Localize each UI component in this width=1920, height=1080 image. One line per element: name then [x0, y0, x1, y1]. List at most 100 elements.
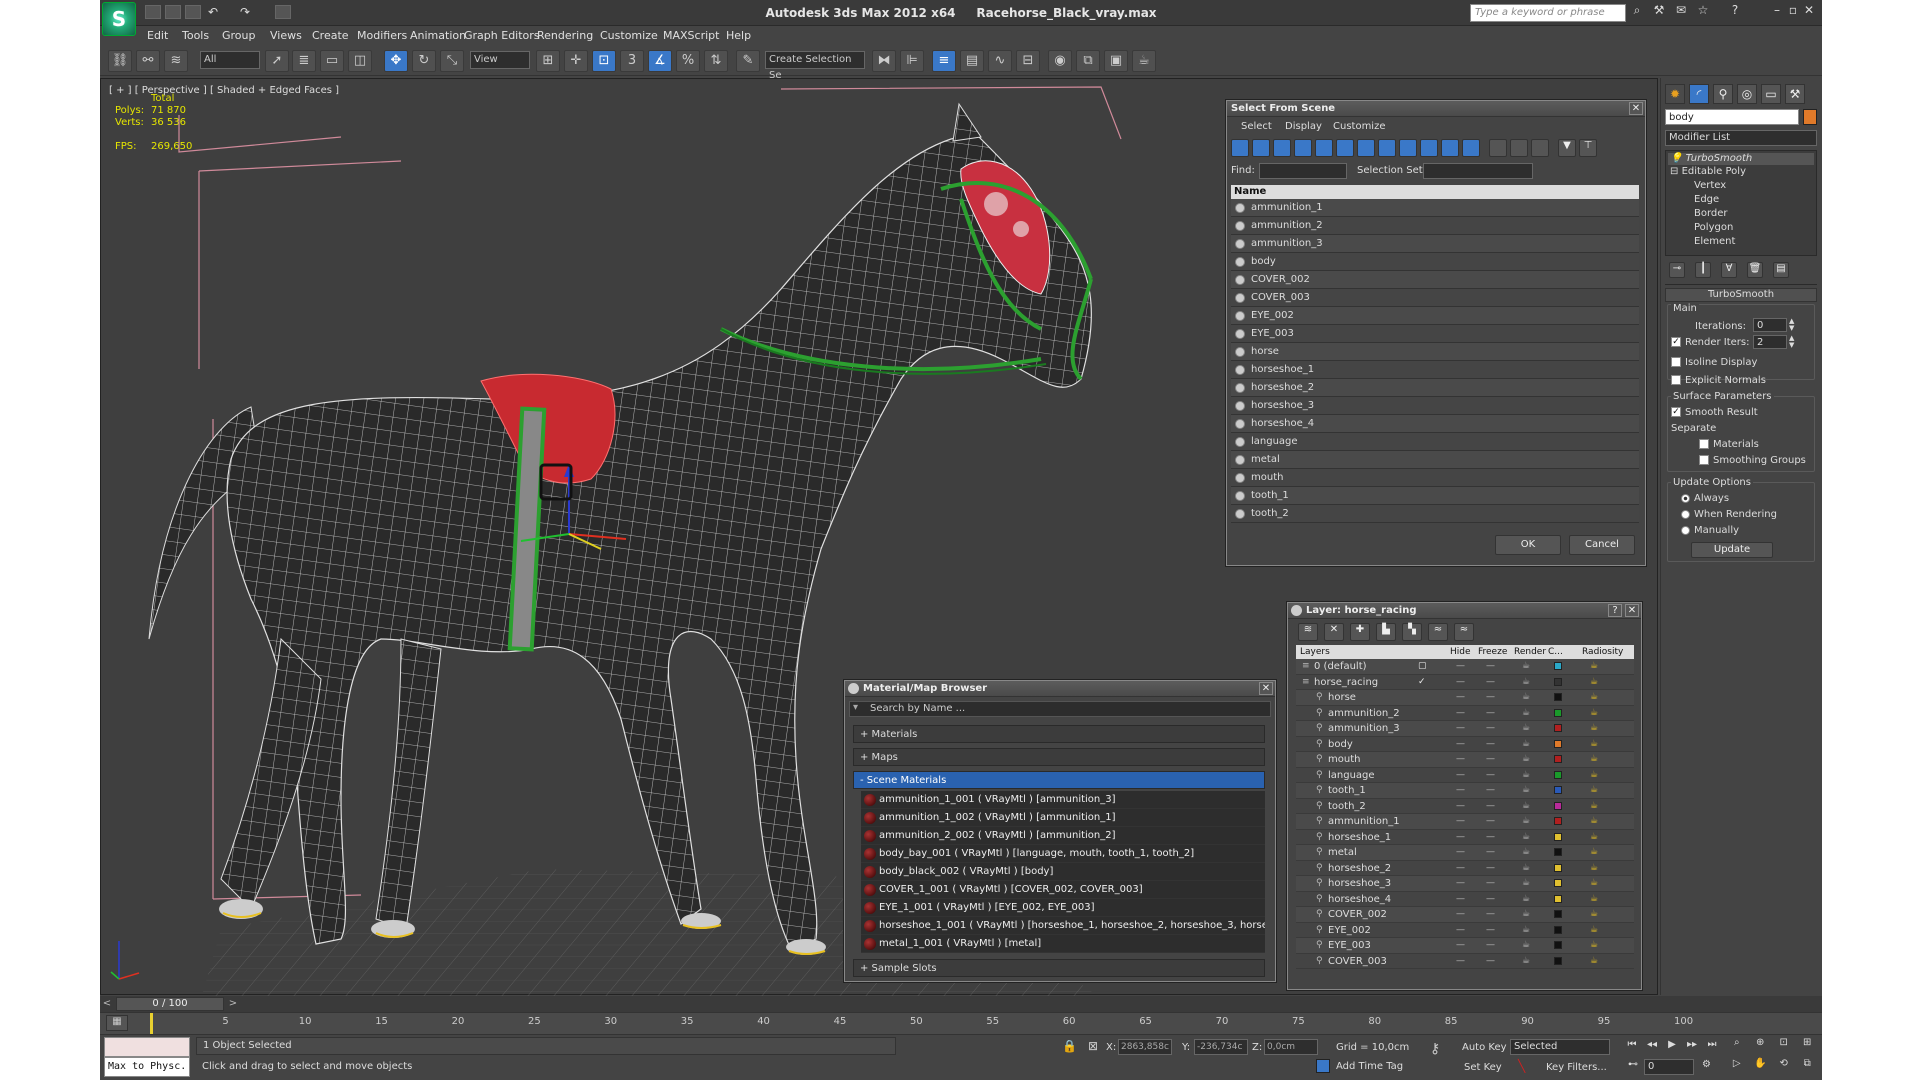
- update-button[interactable]: Update: [1691, 542, 1773, 558]
- layer-delete-icon[interactable]: ✕: [1324, 623, 1344, 641]
- reference-coordinate-dropdown[interactable]: View: [470, 51, 530, 69]
- zoom-icon[interactable]: ⌕: [1726, 1037, 1748, 1056]
- sfs-filter-hidden-icon[interactable]: [1462, 139, 1480, 157]
- menu-create[interactable]: Create: [312, 28, 349, 44]
- layer-color-swatch[interactable]: [1554, 724, 1562, 732]
- layer-select-objects-icon[interactable]: ▙: [1376, 623, 1396, 641]
- layer-color-swatch[interactable]: [1554, 832, 1562, 841]
- render-toggle-icon[interactable]: ☕: [1522, 954, 1530, 969]
- sfs-list-item[interactable]: horseshoe_2: [1231, 379, 1639, 397]
- freeze-toggle[interactable]: —: [1486, 923, 1495, 938]
- sfs-list-item[interactable]: COVER_003: [1231, 289, 1639, 307]
- sfs-filter-spacewarps-icon[interactable]: [1336, 139, 1354, 157]
- menu-customize[interactable]: Customize: [600, 28, 658, 44]
- stack-item-element[interactable]: Element: [1694, 235, 1735, 249]
- sfs-filter-helpers-icon[interactable]: [1315, 139, 1333, 157]
- freeze-toggle[interactable]: —: [1486, 861, 1495, 876]
- smooth-result-checkbox[interactable]: ✓: [1671, 407, 1681, 417]
- motion-tab-icon[interactable]: ◎: [1737, 84, 1757, 104]
- make-unique-icon[interactable]: ∀: [1721, 262, 1737, 278]
- update-when-rendering-row[interactable]: When Rendering: [1681, 508, 1777, 522]
- minimize-button[interactable]: –: [1770, 3, 1784, 21]
- layer-dialog-close-button[interactable]: ✕: [1625, 604, 1639, 617]
- mmb-category-maps[interactable]: + Maps: [853, 748, 1265, 766]
- layer-color-swatch[interactable]: [1554, 801, 1562, 810]
- isoline-display-checkbox[interactable]: [1671, 357, 1681, 367]
- display-tab-icon[interactable]: ▭: [1761, 84, 1781, 104]
- turbosmooth-rollout-header[interactable]: TurboSmooth: [1665, 288, 1817, 302]
- current-frame-field[interactable]: 0: [1644, 1059, 1694, 1075]
- update-always-row[interactable]: Always: [1681, 492, 1729, 506]
- radiosity-toggle-icon[interactable]: ☕: [1590, 799, 1598, 814]
- key-filters-icon[interactable]: ╲: [1518, 1059, 1525, 1073]
- radiosity-toggle-icon[interactable]: ☕: [1590, 861, 1598, 876]
- sfs-filter-funnel-icon[interactable]: ▼: [1558, 139, 1576, 157]
- menu-graph-editors[interactable]: Graph Editors: [464, 28, 540, 44]
- menu-views[interactable]: Views: [270, 28, 302, 44]
- layer-row[interactable]: ⚲ horseshoe_4 — — ☕ ☕: [1296, 891, 1634, 907]
- key-mode-toggle-icon[interactable]: ⊷: [1628, 1059, 1638, 1070]
- render-toggle-icon[interactable]: ☕: [1522, 814, 1530, 829]
- layer-color-swatch[interactable]: [1554, 708, 1562, 717]
- layer-add-selected-icon[interactable]: ✚: [1350, 623, 1370, 641]
- close-button[interactable]: ✕: [1802, 3, 1816, 21]
- sfs-ok-button[interactable]: OK: [1495, 535, 1561, 555]
- layer-col-color[interactable]: C...: [1548, 645, 1563, 659]
- layer-row[interactable]: ⚲ metal — — ☕ ☕: [1296, 845, 1634, 861]
- help-icon[interactable]: ?: [1728, 3, 1742, 21]
- hide-toggle[interactable]: —: [1456, 830, 1465, 845]
- explicit-normals-row[interactable]: Explicit Normals: [1671, 374, 1766, 388]
- layer-color-swatch[interactable]: [1554, 848, 1562, 856]
- pivot-center-icon[interactable]: ⊞: [536, 50, 560, 72]
- show-end-result-icon[interactable]: ┃: [1695, 262, 1711, 278]
- select-link-icon[interactable]: ⛓: [108, 50, 132, 72]
- render-toggle-icon[interactable]: ☕: [1522, 876, 1530, 891]
- separate-smoothing-groups-checkbox[interactable]: [1699, 455, 1709, 465]
- modify-tab-icon[interactable]: ◜: [1689, 84, 1709, 104]
- isoline-display-row[interactable]: Isoline Display: [1671, 356, 1757, 370]
- edit-named-selection-icon[interactable]: ✎: [736, 50, 760, 72]
- radiosity-toggle-icon[interactable]: ☕: [1590, 737, 1598, 752]
- layer-col-layers[interactable]: Layers: [1300, 645, 1330, 659]
- zoom-all-icon[interactable]: ⊕: [1750, 1037, 1772, 1056]
- layer-col-render[interactable]: Render: [1514, 645, 1546, 659]
- hide-toggle[interactable]: —: [1456, 783, 1465, 798]
- maximize-viewport-icon[interactable]: ⧉: [1797, 1058, 1819, 1077]
- unlink-icon[interactable]: ⚯: [136, 50, 160, 72]
- sfs-selection-set-dropdown[interactable]: [1423, 163, 1533, 179]
- time-slider-prev-icon[interactable]: <: [100, 998, 114, 1010]
- sfs-list-item[interactable]: metal: [1231, 451, 1639, 469]
- mmb-title[interactable]: Material/Map Browser: [845, 681, 1275, 697]
- freeze-toggle[interactable]: —: [1486, 768, 1495, 783]
- graphite-ribbon-icon[interactable]: ▤: [960, 50, 984, 72]
- freeze-toggle[interactable]: —: [1486, 892, 1495, 907]
- sfs-filter-bones-icon[interactable]: [1399, 139, 1417, 157]
- mmb-category-materials[interactable]: + Materials: [853, 725, 1265, 743]
- render-iters-spinner-arrows-icon[interactable]: ▲ ▼: [1789, 335, 1794, 349]
- hide-toggle[interactable]: —: [1456, 892, 1465, 907]
- sfs-filter-geometry-icon[interactable]: [1231, 139, 1249, 157]
- freeze-toggle[interactable]: —: [1486, 737, 1495, 752]
- render-toggle-icon[interactable]: ☕: [1522, 721, 1530, 736]
- mirror-icon[interactable]: ⧓: [872, 50, 896, 72]
- scene-material-item[interactable]: EYE_1_001 ( VRayMtl ) [EYE_002, EYE_003]: [861, 899, 1265, 917]
- menu-rendering[interactable]: Rendering: [537, 28, 593, 44]
- layer-hide-all-icon[interactable]: ≈: [1428, 623, 1448, 641]
- layer-row[interactable]: ⚲ ammunition_1 — — ☕ ☕: [1296, 814, 1634, 830]
- layer-row[interactable]: ⚲ mouth — — ☕ ☕: [1296, 752, 1634, 768]
- sfs-find-input[interactable]: [1259, 163, 1347, 179]
- layer-color-swatch[interactable]: [1554, 863, 1562, 872]
- zoom-extents-icon[interactable]: ⊡: [1773, 1037, 1795, 1056]
- sfs-list-item[interactable]: tooth_2: [1231, 505, 1639, 523]
- stack-item-edge[interactable]: Edge: [1694, 193, 1719, 207]
- select-manipulate-icon[interactable]: ✛: [564, 50, 588, 72]
- layer-row[interactable]: ⚲ ammunition_2 — — ☕ ☕: [1296, 705, 1634, 721]
- iterations-spinner-arrows-icon[interactable]: ▲ ▼: [1789, 318, 1794, 332]
- key-mode-dropdown[interactable]: Selected: [1510, 1039, 1610, 1055]
- sfs-list-item[interactable]: ammunition_3: [1231, 235, 1639, 253]
- render-toggle-icon[interactable]: ☕: [1522, 690, 1530, 705]
- rendered-frame-window-icon[interactable]: ▣: [1104, 50, 1128, 72]
- layer-color-swatch[interactable]: [1554, 739, 1562, 748]
- redo-icon[interactable]: ↷: [240, 5, 256, 19]
- separate-materials-row[interactable]: Materials: [1699, 438, 1759, 452]
